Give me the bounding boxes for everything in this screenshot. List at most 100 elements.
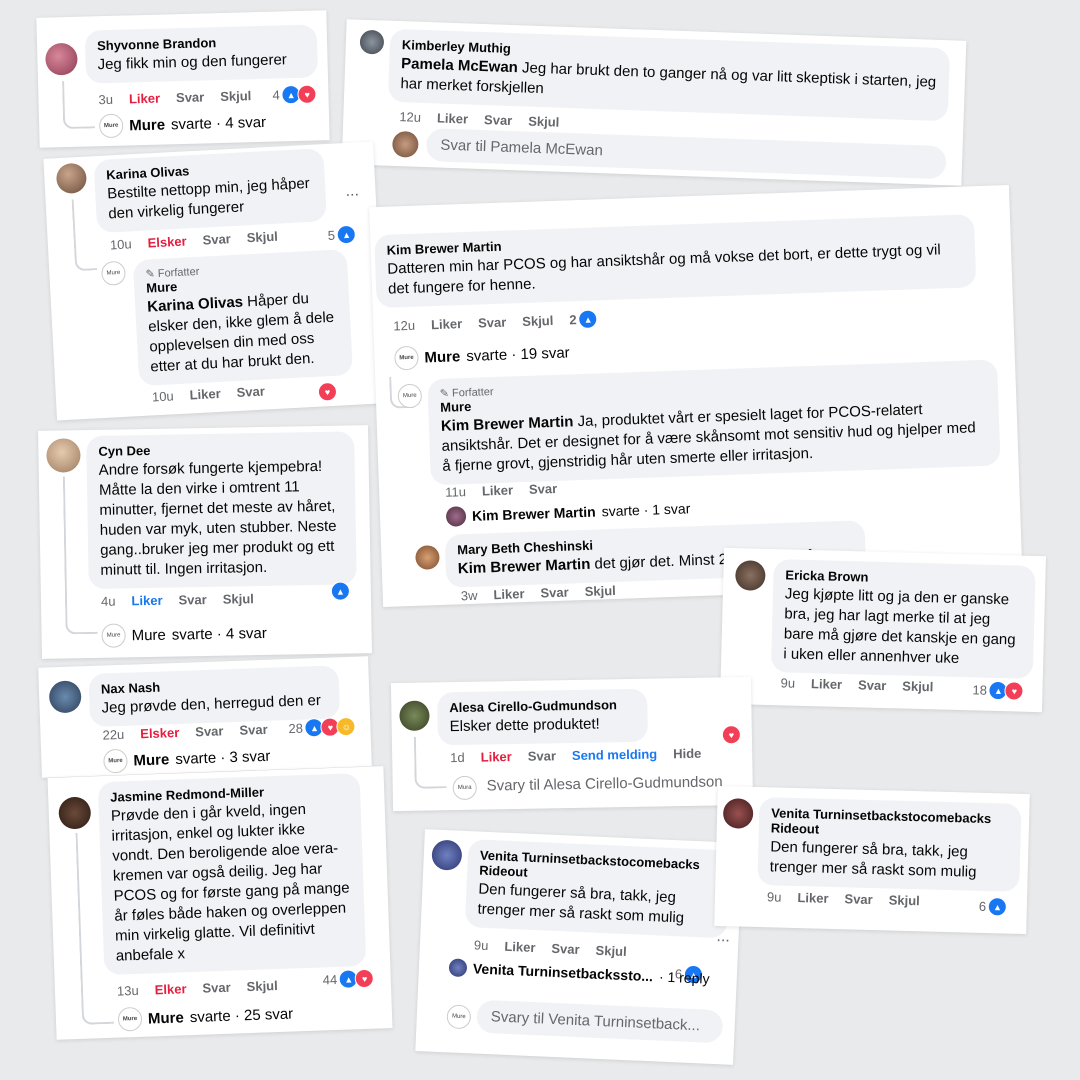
thumbs-up-icon[interactable]: ▲ (330, 581, 351, 601)
like-button[interactable]: Elsker (147, 233, 187, 250)
timestamp[interactable]: 3u (98, 92, 113, 107)
timestamp[interactable]: 3w (461, 588, 478, 604)
view-replies-link[interactable]: Mure Mure svarte · 3 svar (103, 744, 271, 774)
reply-button[interactable]: Svar (484, 112, 513, 128)
like-button[interactable]: Liker (437, 110, 469, 126)
like-button[interactable]: Liker (797, 890, 828, 906)
hide-button[interactable]: Skjul (220, 88, 251, 104)
timestamp[interactable]: 11u (445, 484, 466, 500)
timestamp[interactable]: 12u (393, 318, 415, 334)
hide-button[interactable]: Skjul (528, 114, 560, 130)
like-button[interactable]: Liker (493, 586, 525, 602)
avatar[interactable] (45, 42, 78, 76)
avatar[interactable] (48, 680, 82, 714)
view-replies-link[interactable]: Mure Mure svarte · 4 svar (101, 621, 267, 648)
like-button[interactable]: Liker (482, 482, 514, 498)
view-replies-link[interactable]: Mure Mure svarte · 25 svar (117, 1002, 294, 1032)
mention-tag[interactable]: Pamela McEwan (401, 55, 518, 76)
reply-button[interactable]: Svar (195, 723, 224, 739)
avatar[interactable] (734, 560, 766, 591)
view-sub-replies-link[interactable]: Kim Brewer Martin svarte · 1 svar (445, 498, 691, 527)
avatar[interactable] (399, 700, 430, 732)
hide-button[interactable]: Skjul (584, 583, 616, 599)
hide-button[interactable]: Svar (239, 722, 268, 738)
heart-icon[interactable]: ♥ (721, 725, 742, 745)
reply-button[interactable]: Svar (236, 384, 265, 400)
like-button[interactable]: Liker (481, 749, 512, 765)
timestamp[interactable]: 9u (474, 937, 489, 953)
like-button[interactable]: Elsker (140, 725, 180, 741)
timestamp[interactable]: 10u (152, 388, 174, 404)
mention-tag[interactable]: Kim Brewer Martin (458, 556, 591, 578)
avatar[interactable] (46, 438, 81, 473)
timestamp[interactable]: 10u (110, 236, 132, 252)
reply-button[interactable]: Svar (858, 677, 887, 693)
hide-button[interactable]: Skjul (902, 679, 933, 695)
more-options-icon[interactable]: ... (716, 928, 730, 947)
timestamp[interactable]: 9u (767, 889, 782, 904)
reply-button[interactable]: Svar (178, 592, 206, 607)
reply-button[interactable]: Svar (528, 748, 556, 763)
comment-actions: 4u Liker Svar Skjul (101, 591, 254, 609)
timestamp[interactable]: 1d (450, 750, 465, 765)
avatar[interactable] (415, 545, 440, 570)
more-options-icon[interactable]: ... (345, 182, 359, 201)
reply-button[interactable]: Svar (478, 315, 507, 331)
like-button[interactable]: Elker (154, 981, 186, 997)
reply-input[interactable]: Svary til Venita Turninsetback... (476, 999, 724, 1044)
reply-button[interactable]: Svar (540, 585, 569, 601)
reply-button[interactable]: Svar (176, 89, 205, 105)
like-button[interactable]: Liker (431, 316, 463, 332)
send-message-button[interactable]: Send melding (572, 747, 657, 763)
like-button[interactable]: Liker (189, 386, 221, 403)
reaction-count[interactable]: 44 ▲ ♥ (322, 968, 375, 990)
avatar[interactable] (58, 796, 92, 830)
avatar[interactable] (55, 162, 88, 195)
commenter-name[interactable]: Venita Turninsetbackstocomebacks Rideout (771, 805, 1010, 841)
reaction-count[interactable]: 4 ▲ ♥ (272, 84, 317, 105)
hide-button[interactable]: Skjul (246, 229, 278, 246)
view-replies-link[interactable]: Mure Mure svarte · 4 svar (98, 110, 266, 139)
heart-icon[interactable]: ♥ (317, 381, 338, 402)
commenter-name[interactable]: Jasmine Redmond-Miller (110, 781, 348, 804)
commenter-name[interactable]: Cyn Dee (98, 440, 342, 459)
reaction-count[interactable]: 2 ▲ (569, 309, 598, 330)
reaction-count[interactable]: 18 ▲ ♥ (972, 680, 1025, 701)
commenter-name[interactable]: Alesa Cirello-Gudmundson (449, 697, 635, 715)
reply-button[interactable]: Svar (202, 231, 231, 247)
view-replies-link[interactable]: Venita Turninsetbackssto... · 1 reply (448, 958, 710, 987)
hide-button[interactable]: Skjul (595, 943, 627, 959)
reaction-count[interactable]: 6 ▲ (979, 897, 1008, 917)
reply-button[interactable]: Svar (529, 481, 558, 497)
reply-input[interactable]: Svary til Alesa Cirello-Gudmundson (482, 765, 745, 803)
hide-button[interactable]: Skjul (522, 313, 554, 329)
reply-button[interactable]: Svar (551, 941, 580, 957)
timestamp[interactable]: 4u (101, 594, 116, 609)
reply-button[interactable]: Svar (844, 891, 873, 907)
commenter-name[interactable]: Shyvonne Brandon (97, 33, 305, 53)
like-button[interactable]: Liker (811, 676, 842, 692)
hide-button[interactable]: Hide (673, 746, 701, 761)
reply-button[interactable]: Svar (202, 980, 231, 996)
like-button[interactable]: Liker (131, 593, 162, 609)
timestamp[interactable]: 12u (399, 109, 421, 125)
like-button[interactable]: Liker (129, 91, 160, 107)
view-replies-link[interactable]: Mure Mure svarte · 19 svar (394, 340, 570, 371)
timestamp[interactable]: 9u (780, 675, 795, 690)
like-button[interactable]: Liker (504, 939, 536, 955)
avatar[interactable] (359, 29, 385, 55)
avatar[interactable] (722, 798, 754, 829)
mention-tag[interactable]: Kim Brewer Martin (441, 413, 574, 435)
avatar[interactable] (431, 839, 463, 871)
reaction-count[interactable]: 5 ▲ (327, 224, 357, 245)
mention-tag[interactable]: Karina Olivas (147, 294, 244, 316)
reply-input[interactable]: Svar til Pamela McEwan (425, 128, 947, 180)
timestamp[interactable]: 13u (117, 983, 139, 999)
hide-button[interactable]: Skjul (223, 591, 254, 607)
comment-text: Bestilte nettopp min, jeg håper den virk… (106, 174, 311, 223)
timestamp[interactable]: 22u (102, 727, 124, 743)
reaction-count[interactable]: 28 ▲ ♥ ☺ (288, 716, 357, 738)
hide-button[interactable]: Skjul (246, 978, 278, 994)
comment-text: Prøvde den i går kveld, ingen irritasjon… (110, 800, 350, 965)
hide-button[interactable]: Skjul (889, 892, 920, 908)
